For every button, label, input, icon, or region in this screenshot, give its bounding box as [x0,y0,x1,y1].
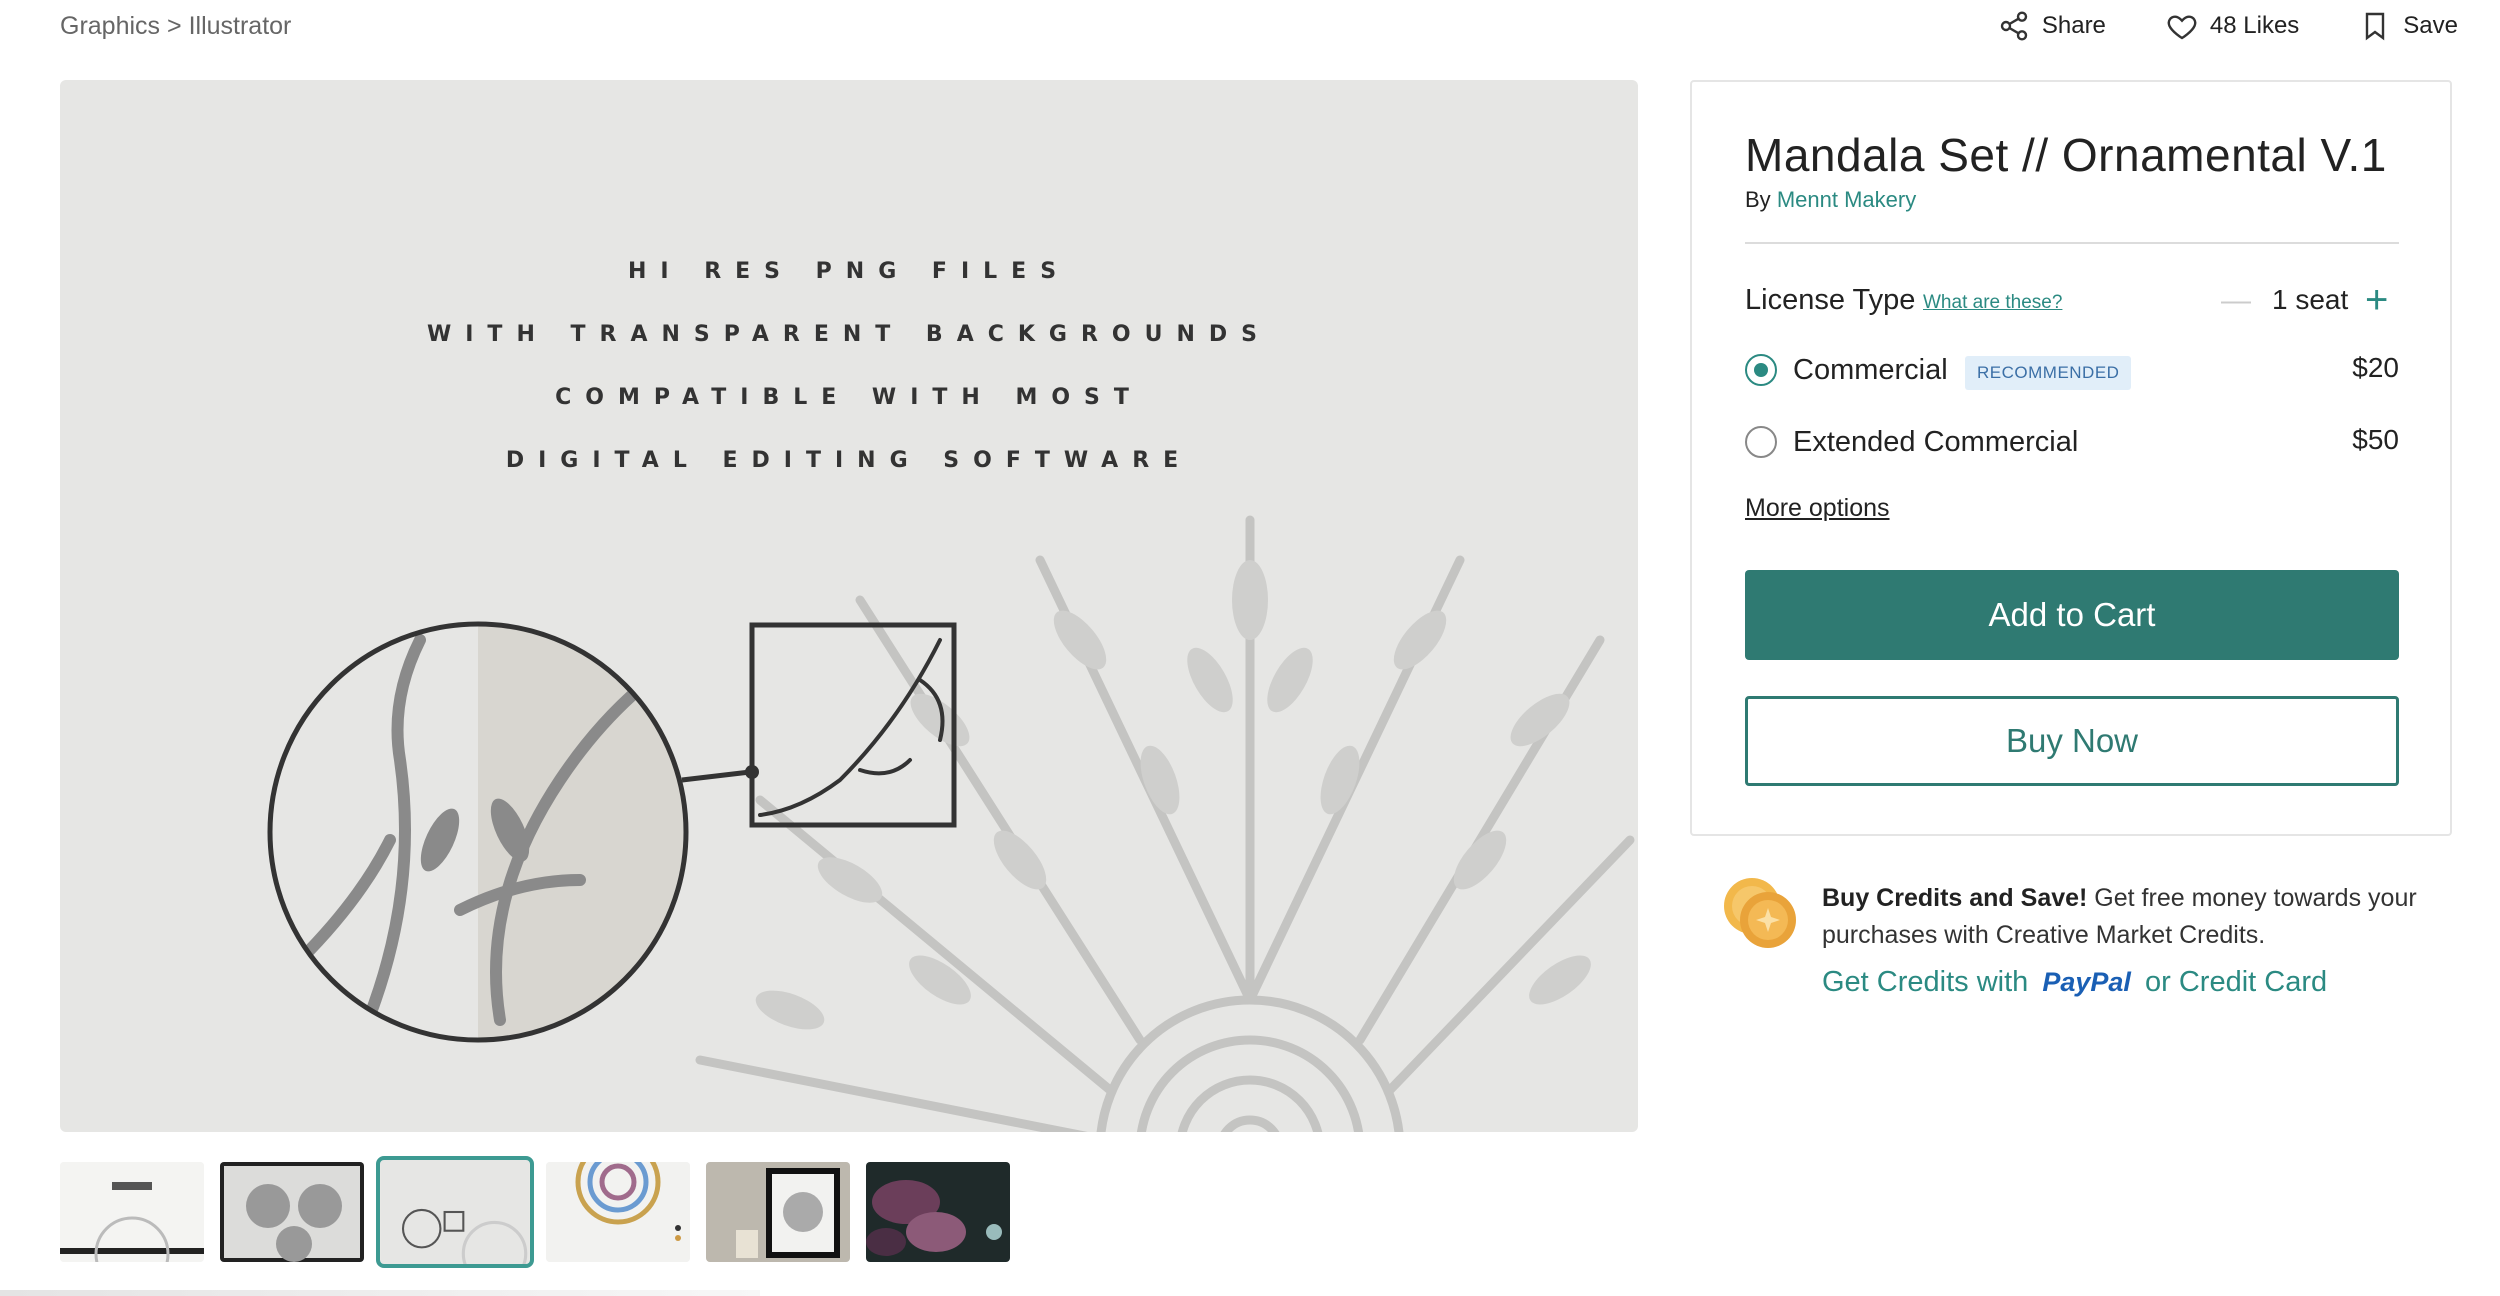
divider [1745,242,2399,244]
thumbnail-4[interactable] [546,1162,690,1262]
radio-extended-commercial[interactable] [1745,426,1777,458]
share-icon [2000,11,2028,41]
hero-line-2: WITH TRANSPARENT BACKGROUNDS [426,322,1271,347]
radio-commercial[interactable] [1745,354,1777,386]
horizontal-scrollbar[interactable] [0,1290,760,1296]
get-credits-link[interactable]: Get Credits with PayPal or Credit Card [1822,966,2327,999]
thumbnail-strip [60,1156,1010,1268]
credits-link-prefix: Get Credits with [1822,966,2029,998]
top-actions: Share 48 Likes Save [1998,10,2458,42]
paypal-logo: PayPal [2042,967,2131,997]
heart-icon [2167,15,2197,40]
bookmark-icon [2366,12,2385,41]
top-bar: Graphics > Illustrator Share 48 Likes Sa… [0,0,2500,56]
option-label-commercial: Commercial [1793,354,1948,386]
add-to-cart-button[interactable]: Add to Cart [1745,570,2399,660]
license-option-commercial[interactable]: Commercial RECOMMENDED $20 [1745,350,2399,390]
thumbnail-3[interactable] [376,1156,534,1268]
license-type-label: License Type [1745,284,1916,316]
hero-line-3: COMPATIBLE WITH MOST [555,385,1143,410]
author-link[interactable]: Mennt Makery [1777,187,1916,212]
by-label: By [1745,187,1771,212]
product-title: Mandala Set // Ornamental V.1 [1745,129,2387,181]
share-button[interactable]: Share [1998,10,2106,42]
buy-now-button[interactable]: Buy Now [1745,696,2399,786]
likes-count: 48 Likes [2209,12,2300,39]
credits-promo: Buy Credits and Save! Get free money tow… [1722,874,2452,1014]
hero-text: HI RES PNG FILES WITH TRANSPARENT BACKGR… [60,240,1638,492]
license-option-extended[interactable]: Extended Commercial $50 [1745,422,2399,462]
thumbnail-mandalas-image [220,1162,364,1262]
price-extended-commercial: $50 [2352,424,2399,455]
breadcrumb-graphics[interactable]: Graphics [60,12,160,40]
thumbnail-6[interactable] [866,1162,1010,1262]
thumbnail-frame-mockup-image [706,1162,850,1262]
thumbnail-2[interactable] [220,1162,364,1262]
thumbnail-colored-mandala-image [546,1162,690,1262]
credits-headline: Buy Credits and Save! [1822,884,2088,912]
thumbnail-5[interactable] [706,1162,850,1262]
breadcrumb-illustrator[interactable]: Illustrator [189,12,292,40]
breadcrumb: Graphics > Illustrator [60,12,291,41]
license-help-link[interactable]: What are these? [1923,292,2062,314]
product-preview-image[interactable]: HI RES PNG FILES WITH TRANSPARENT BACKGR… [60,80,1638,1132]
thumbnail-dark-flowers-image [866,1162,1010,1262]
like-button[interactable]: 48 Likes [2166,10,2299,42]
seat-increment-button[interactable]: + [2365,278,2388,323]
recommended-badge: RECOMMENDED [1965,356,2132,390]
license-type-row: License Type What are these? — 1 seat + [1745,278,2399,322]
mandala-illustration [267,515,1635,1132]
hero-line-4: DIGITAL EDITING SOFTWARE [505,448,1193,473]
price-commercial: $20 [2352,352,2399,383]
share-label: Share [2041,12,2106,39]
seat-decrement-button[interactable]: — [2221,284,2251,318]
product-byline: By Mennt Makery [1745,187,1916,213]
seat-count: 1 seat [2272,284,2349,315]
thumbnail-cover-image [60,1162,204,1262]
more-options-link[interactable]: More options [1745,494,1890,523]
save-button[interactable]: Save [2359,10,2458,42]
credits-link-suffix: or Credit Card [2145,966,2328,998]
thumbnail-1[interactable] [60,1162,204,1262]
coins-icon [1724,878,1796,948]
option-label-extended-commercial: Extended Commercial [1793,426,2079,458]
thumbnail-png-info-image [380,1160,530,1264]
breadcrumb-separator: > [167,12,182,40]
save-label: Save [2403,12,2458,39]
purchase-panel: Mandala Set // Ornamental V.1 By Mennt M… [1690,80,2452,836]
hero-line-1: HI RES PNG FILES [627,259,1071,284]
credits-description: Buy Credits and Save! Get free money tow… [1822,880,2452,954]
